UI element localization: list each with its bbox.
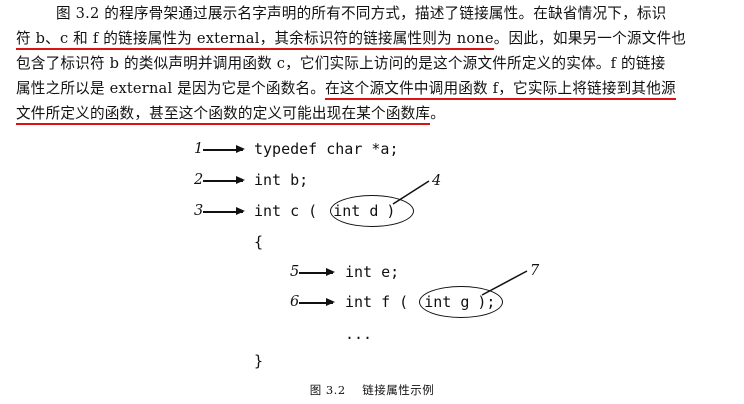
code-line-int-b: int b; <box>254 171 309 189</box>
code-figure: 1 typedef char *a; 2 int b; 3 int c ( int… <box>0 0 744 404</box>
figure-caption: 图 3.2 链接属性示例 <box>309 383 435 397</box>
callout-number-6: 6 <box>290 294 300 310</box>
ellipse-highlight-g <box>419 286 503 318</box>
callout-number-3: 3 <box>194 203 204 219</box>
arrow-icon <box>203 177 245 183</box>
code-line-int-e: int e; <box>345 263 400 281</box>
callout-number-4: 4 <box>432 173 442 189</box>
ellipse-highlight-d <box>330 195 414 227</box>
callout-number-7: 7 <box>530 263 540 279</box>
callout-number-5: 5 <box>290 264 300 280</box>
code-func-f: int f ( <box>345 293 409 311</box>
code-line-typedef: typedef char *a; <box>254 140 399 158</box>
arrow-icon <box>203 208 245 214</box>
arrow-icon <box>203 146 245 152</box>
code-line-close-brace: } <box>254 352 264 370</box>
code-line-ellipsis: ... <box>345 325 373 343</box>
book-page: 图 3.2 的程序骨架通过展示名字声明的所有不同方式，描述了链接属性。在缺省情况… <box>0 0 744 404</box>
code-line-open-brace: { <box>254 233 264 251</box>
callout-number-1: 1 <box>194 141 204 157</box>
callout-number-2: 2 <box>194 172 204 188</box>
code-func-c: int c ( <box>254 202 318 220</box>
arrow-icon <box>299 269 335 275</box>
arrow-icon <box>299 299 335 305</box>
